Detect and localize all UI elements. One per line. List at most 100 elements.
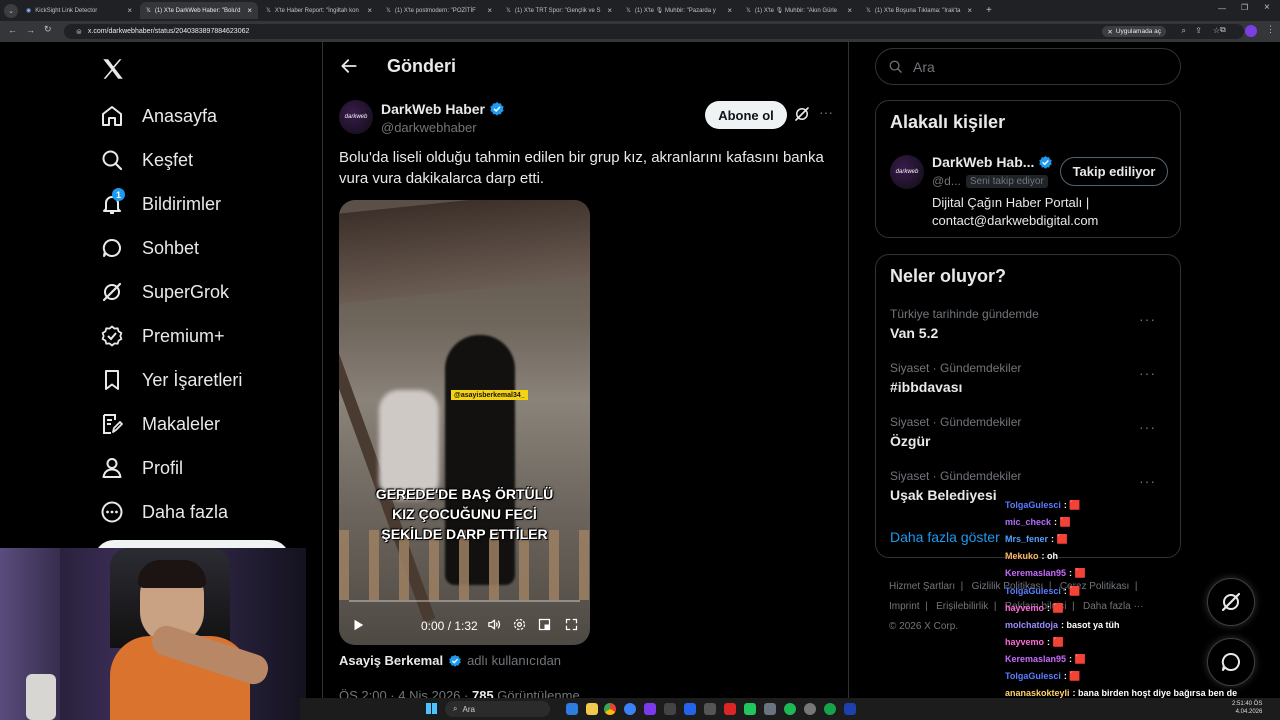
settings-gear-icon[interactable] [512,617,527,632]
more-options-icon[interactable]: ··· [1139,419,1156,435]
new-tab-icon[interactable]: + [986,5,992,16]
trend-item[interactable]: Türkiye tarihinde gündemde Van 5.2 ··· [890,307,1170,341]
browser-tab[interactable]: 𝕏 (1) X'te postmodern: "POZİTİF × [380,2,498,19]
grok-icon[interactable] [793,105,811,123]
taskbar-app-icon[interactable] [804,703,816,715]
trend-category: Siyaset · Gündemdekiler [890,361,1022,375]
x-logo-icon[interactable] [100,56,126,82]
url-field[interactable]: ⊜ x.com/darkwebhaber/status/204038389788… [64,24,1244,39]
close-icon[interactable]: × [487,6,492,15]
site-info-icon[interactable]: ⊜ [76,28,82,36]
nav-supergrok[interactable]: SuperGrok [100,280,229,304]
browser-tab[interactable]: 𝕏 (1) X'te Boşuna Tıklama: "Irak'ta × [860,2,978,19]
more-circle-icon [101,501,123,523]
nav-profile[interactable]: Profil [100,456,183,480]
browser-tab[interactable]: 𝕏 (1) X'te 🎙 Muhbir: "Pazarda y × [620,2,738,19]
taskbar-app-icon[interactable] [664,703,676,715]
browser-menu-icon[interactable]: ⋮ [1266,24,1275,35]
forward-icon[interactable]: → [26,25,35,35]
close-icon[interactable]: × [247,6,252,15]
more-options-icon[interactable]: ··· [819,104,833,120]
reload-icon[interactable]: ↻ [44,24,52,35]
related-handle[interactable]: @d... [932,174,961,188]
browser-tab[interactable]: ◉ KickSight Link Detector × [20,2,138,19]
taskbar-search[interactable]: ⌕ Ara [445,701,550,717]
nav-home[interactable]: Anasayfa [100,104,217,128]
volume-icon[interactable] [487,617,502,632]
taskbar-app-icon[interactable] [586,703,598,715]
taskbar-app-icon[interactable] [844,703,856,715]
taskbar-app-icon[interactable] [724,703,736,715]
search-input[interactable]: Ara [875,48,1181,85]
close-window-icon[interactable]: × [1264,2,1270,13]
footer-link[interactable]: Hizmet Şartları [889,581,955,592]
taskbar-app-icon[interactable] [566,703,578,715]
video-progress-track[interactable] [349,600,580,602]
tab-search-button[interactable]: ⌄ [4,3,18,18]
profile-avatar[interactable] [1245,25,1257,37]
nav-bookmarks[interactable]: Yer İşaretleri [100,368,242,392]
more-options-icon[interactable]: ··· [1139,311,1156,327]
taskbar-app-icon[interactable] [624,703,636,715]
nav-more[interactable]: Daha fazla [100,500,228,524]
subscribe-button[interactable]: Abone ol [705,101,787,129]
avatar[interactable]: darkweb [339,100,373,134]
chat-username: hayvemo [1005,602,1045,613]
back-arrow-icon[interactable] [339,56,359,76]
browser-tab[interactable]: 𝕏 (1) X'te TRT Spor: "Gençlik ve S × [500,2,618,19]
fullscreen-icon[interactable] [564,617,579,632]
close-icon[interactable]: × [727,6,732,15]
nav-explore[interactable]: Keşfet [100,148,193,172]
windows-start-icon[interactable] [426,703,437,714]
taskbar-app-icon[interactable] [684,703,696,715]
system-clock[interactable]: 2:51:40 ÖS 4.04.2026 [1232,700,1262,716]
more-options-icon[interactable]: ··· [1139,473,1156,489]
taskbar-app-icon[interactable] [744,703,756,715]
open-in-app-button[interactable]: ✕ Uygulamada aç [1102,26,1166,37]
taskbar-app-icon[interactable] [704,703,716,715]
taskbar-app-icon[interactable] [764,703,776,715]
avatar[interactable]: darkweb [890,155,924,189]
nav-notifications[interactable]: 1 Bildirimler [100,188,221,216]
footer-link[interactable]: Erişilebilirlik [936,601,988,612]
share-icon[interactable]: ⇪ [1195,26,1202,35]
footer-link[interactable]: Imprint [889,601,920,612]
source-user[interactable]: Asayiş Berkemal [339,653,443,668]
trend-item[interactable]: Siyaset · Gündemdekiler Özgür ··· [890,415,1170,449]
extensions-icon[interactable]: ⧉ [1220,25,1226,35]
bookmark-star-icon[interactable]: ☆ [1213,26,1220,35]
author-handle[interactable]: @darkwebhaber [381,120,477,135]
show-more-link[interactable]: Daha fazla göster [890,529,1000,545]
browser-tab[interactable]: 𝕏 (1) X'te 🎙 Muhbir: "Akın Gürle × [740,2,858,19]
close-icon[interactable]: × [847,6,852,15]
spotify-icon[interactable] [784,703,796,715]
nav-chat[interactable]: Sohbet [100,236,199,260]
trend-item[interactable]: Siyaset · Gündemdekiler Uşak Belediyesi … [890,469,1170,503]
chrome-icon[interactable] [604,703,616,715]
following-button[interactable]: Takip ediliyor [1060,157,1168,186]
taskbar-app-icon[interactable] [644,703,656,715]
close-icon[interactable]: × [607,6,612,15]
trend-item[interactable]: Siyaset · Gündemdekiler #ibbdavası ··· [890,361,1170,395]
webcam-overlay [0,548,306,720]
author-name[interactable]: DarkWeb Haber [381,101,505,117]
nav-articles[interactable]: Makaleler [100,412,220,436]
zoom-icon[interactable]: ⌕ [1182,26,1186,36]
picture-in-picture-icon[interactable] [537,617,552,632]
more-options-icon[interactable]: ··· [1139,365,1156,381]
close-icon[interactable]: × [967,6,972,15]
video-player[interactable]: @asayisberkemal34_ GEREDE'DE BAŞ ÖRTÜLÜ … [339,200,590,645]
taskbar-app-icon[interactable] [824,703,836,715]
browser-tab[interactable]: 𝕏 X'te Haber Report: "İngiltah kon × [260,2,378,19]
close-icon[interactable]: × [127,6,132,15]
nav-premium[interactable]: Premium+ [100,324,225,348]
maximize-icon[interactable]: ❐ [1241,3,1248,12]
browser-tab-active[interactable]: 𝕏 (1) X'te DarkWeb Haber: "Bolu'd × [140,2,258,19]
close-icon[interactable]: × [367,6,372,15]
play-icon[interactable] [351,618,365,632]
minimize-icon[interactable]: — [1218,4,1226,13]
related-name[interactable]: DarkWeb Hab... [932,154,1053,170]
video-source[interactable]: Asayiş Berkemal adlı kullanıcıdan [339,653,561,668]
back-icon[interactable]: ← [8,25,17,35]
chat-text: : 🟥 [1069,653,1086,664]
